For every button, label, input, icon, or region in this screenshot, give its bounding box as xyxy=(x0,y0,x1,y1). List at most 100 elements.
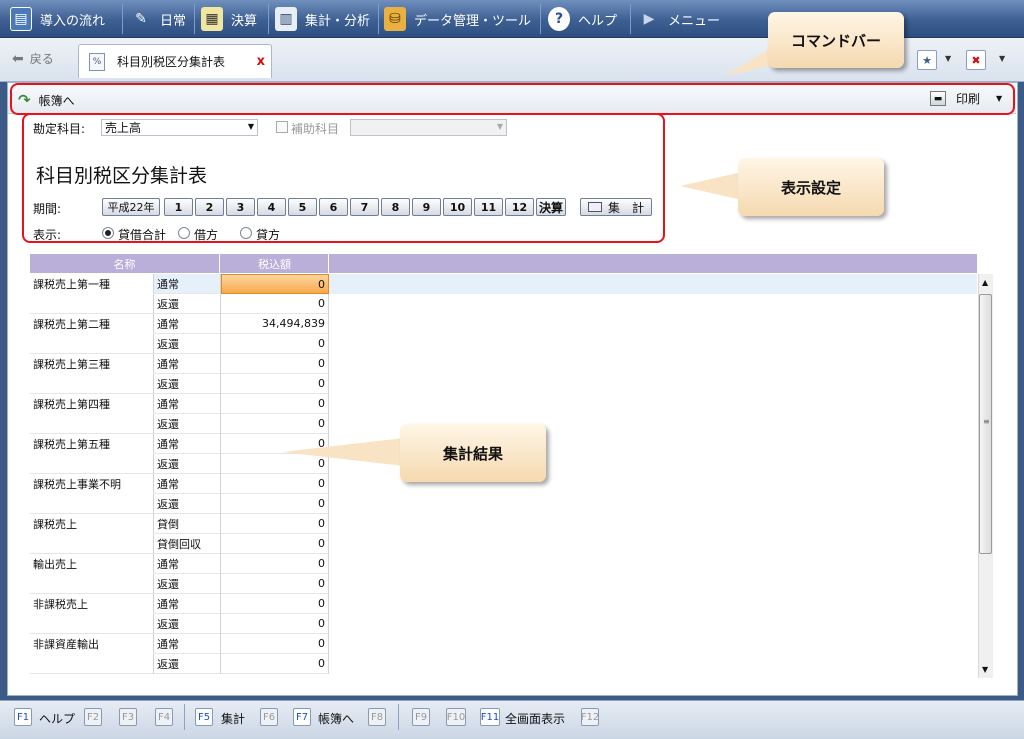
table-row[interactable]: 課税売上第四種 通常 0 xyxy=(30,394,977,414)
favorite-icon[interactable]: ★ xyxy=(917,50,937,70)
table-row[interactable]: 返還 0 xyxy=(30,374,977,394)
sub-account-checkbox[interactable] xyxy=(276,121,288,133)
cell-amount[interactable]: 0 xyxy=(221,514,329,534)
table-row[interactable]: 課税売上第三種 通常 0 xyxy=(30,354,977,374)
cell-amount[interactable]: 0 xyxy=(221,594,329,614)
menu-item-intro[interactable]: ▤ 導入の流れ xyxy=(10,0,105,38)
chevron-down-icon[interactable]: ▼ xyxy=(999,54,1005,63)
radio-credit[interactable] xyxy=(240,227,252,239)
cell-type[interactable]: 通常 xyxy=(154,554,221,574)
cell-amount[interactable]: 0 xyxy=(221,574,329,594)
cell-amount[interactable]: 0 xyxy=(221,614,329,634)
radio-debit[interactable] xyxy=(178,227,190,239)
table-row[interactable]: 返還 0 xyxy=(30,654,977,674)
cell-name[interactable] xyxy=(30,614,154,634)
cell-amount[interactable]: 0 xyxy=(221,334,329,354)
cell-amount[interactable]: 0 xyxy=(221,454,329,474)
table-row[interactable]: 課税売上第二種 通常 34,494,839 xyxy=(30,314,977,334)
cell-name[interactable]: 課税売上第五種 xyxy=(30,434,154,454)
month-4-button[interactable]: 4 xyxy=(257,198,286,216)
month-10-button[interactable]: 10 xyxy=(443,198,472,216)
table-row[interactable]: 返還 0 xyxy=(30,334,977,354)
cell-name[interactable] xyxy=(30,334,154,354)
back-button[interactable]: ⬅ 戻る xyxy=(12,50,54,67)
cell-name[interactable] xyxy=(30,534,154,554)
cell-type[interactable]: 通常 xyxy=(154,314,221,334)
month-6-button[interactable]: 6 xyxy=(319,198,348,216)
cell-amount[interactable]: 0 xyxy=(221,354,329,374)
column-header-name[interactable]: 名称 xyxy=(30,254,220,273)
fkey-f2-button[interactable]: F2 xyxy=(84,708,102,726)
print-button[interactable]: ▬ 印刷 ▼ xyxy=(930,90,1002,107)
ledger-button[interactable]: ↷ 帳簿へ xyxy=(18,91,75,109)
table-row[interactable]: 返還 0 xyxy=(30,494,977,514)
cell-type[interactable]: 通常 xyxy=(154,434,221,454)
cell-type[interactable]: 返還 xyxy=(154,334,221,354)
fkey-f10-button[interactable]: F10 xyxy=(446,708,466,726)
tab-tax-category-report[interactable]: % 科目別税区分集計表 x xyxy=(78,44,272,78)
cell-type[interactable]: 通常 xyxy=(154,594,221,614)
aggregate-button[interactable]: 集 計 xyxy=(580,198,652,216)
cell-type[interactable]: 貸倒 xyxy=(154,514,221,534)
scrollbar-thumb[interactable]: ≡ xyxy=(979,294,992,554)
fkey-f11-button[interactable]: F11 xyxy=(480,708,500,726)
month-2-button[interactable]: 2 xyxy=(195,198,224,216)
cell-name[interactable] xyxy=(30,294,154,314)
fkey-f1-button[interactable]: F1 xyxy=(14,708,32,726)
cell-type[interactable]: 返還 xyxy=(154,454,221,474)
cell-name[interactable] xyxy=(30,374,154,394)
cell-type[interactable]: 返還 xyxy=(154,374,221,394)
cell-amount[interactable]: 0 xyxy=(221,274,329,294)
column-header-amount[interactable]: 税込額 xyxy=(221,254,329,273)
table-row[interactable]: 課税売上第一種 通常 0 xyxy=(30,274,977,294)
cell-type[interactable]: 貸倒回収 xyxy=(154,534,221,554)
fkey-f3-button[interactable]: F3 xyxy=(119,708,137,726)
cell-amount[interactable]: 0 xyxy=(221,474,329,494)
cell-type[interactable]: 返還 xyxy=(154,654,221,674)
cell-amount[interactable]: 0 xyxy=(221,414,329,434)
cell-name[interactable] xyxy=(30,454,154,474)
cell-type[interactable]: 通常 xyxy=(154,394,221,414)
sub-account-select[interactable]: ▼ xyxy=(350,119,507,136)
table-row[interactable]: 貸倒回収 0 xyxy=(30,534,977,554)
cell-name[interactable] xyxy=(30,494,154,514)
menu-item-help[interactable]: ? ヘルプ xyxy=(548,0,617,38)
month-8-button[interactable]: 8 xyxy=(381,198,410,216)
cell-name[interactable] xyxy=(30,574,154,594)
account-select[interactable]: 売上高 ▼ xyxy=(101,119,258,136)
cell-name[interactable]: 課税売上第一種 xyxy=(30,274,154,294)
cell-name[interactable]: 輸出売上 xyxy=(30,554,154,574)
period-year-button[interactable]: 平成22年 xyxy=(102,198,160,216)
cell-amount[interactable]: 34,494,839 xyxy=(221,314,329,334)
cell-type[interactable]: 通常 xyxy=(154,354,221,374)
cell-type[interactable]: 返還 xyxy=(154,414,221,434)
cell-amount[interactable]: 0 xyxy=(221,494,329,514)
fkey-f4-button[interactable]: F4 xyxy=(155,708,173,726)
cell-type[interactable]: 通常 xyxy=(154,274,221,294)
fkey-f5-button[interactable]: F5 xyxy=(195,708,213,726)
cell-amount[interactable]: 0 xyxy=(221,634,329,654)
table-row[interactable]: 課税売上 貸倒 0 xyxy=(30,514,977,534)
cell-amount[interactable]: 0 xyxy=(221,394,329,414)
cell-name[interactable]: 課税売上第四種 xyxy=(30,394,154,414)
cell-name[interactable]: 非課税売上 xyxy=(30,594,154,614)
month-7-button[interactable]: 7 xyxy=(350,198,379,216)
fkey-f12-button[interactable]: F12 xyxy=(581,708,599,726)
table-row[interactable]: 返還 0 xyxy=(30,614,977,634)
cell-name[interactable] xyxy=(30,654,154,674)
month-3-button[interactable]: 3 xyxy=(226,198,255,216)
fkey-f6-button[interactable]: F6 xyxy=(260,708,278,726)
cell-amount[interactable]: 0 xyxy=(221,654,329,674)
cell-name[interactable]: 非課資産輸出 xyxy=(30,634,154,654)
menu-item-closing[interactable]: ▦ 決算 xyxy=(201,0,257,38)
scroll-down-icon[interactable]: ▼ xyxy=(982,665,988,674)
cell-type[interactable]: 返還 xyxy=(154,614,221,634)
cell-type[interactable]: 返還 xyxy=(154,494,221,514)
table-row[interactable]: 非課資産輸出 通常 0 xyxy=(30,634,977,654)
cell-name[interactable] xyxy=(30,414,154,434)
cell-amount[interactable]: 0 xyxy=(221,374,329,394)
cell-name[interactable]: 課税売上 xyxy=(30,514,154,534)
menu-item-daily[interactable]: ✎ 日常 xyxy=(130,0,186,38)
cell-amount[interactable]: 0 xyxy=(221,554,329,574)
fkey-f9-button[interactable]: F9 xyxy=(412,708,430,726)
